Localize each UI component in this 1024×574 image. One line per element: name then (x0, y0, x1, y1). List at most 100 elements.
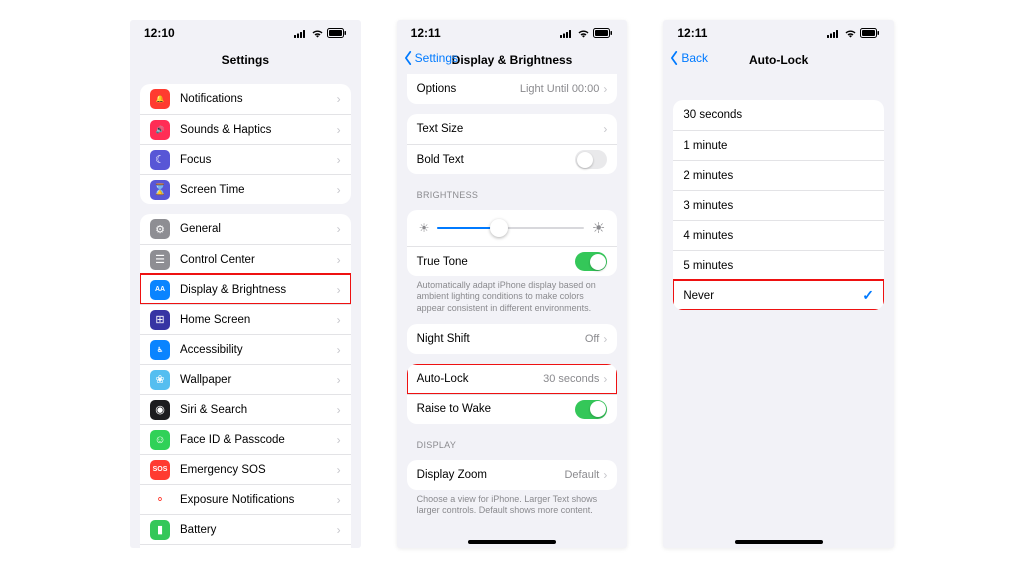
settings-row-wallpaper[interactable]: ❀ Wallpaper › (140, 364, 351, 394)
row-label: Control Center (180, 254, 337, 266)
lock-group: Auto-Lock 30 seconds› Raise to Wake (407, 364, 618, 424)
nav-bar: Settings Display & Brightness (397, 46, 628, 74)
chevron-right-icon: › (337, 344, 341, 356)
settings-row-face-id-passcode[interactable]: ☺ Face ID & Passcode › (140, 424, 351, 454)
settings-screen: 12:10 Settings 🔔 Notifications › 🔊 Sound… (130, 20, 361, 548)
toggle[interactable] (575, 252, 607, 271)
status-icons (560, 28, 613, 38)
settings-row-sounds-haptics[interactable]: 🔊 Sounds & Haptics › (140, 114, 351, 144)
settings-row-focus[interactable]: ☾ Focus › (140, 144, 351, 174)
row-value: Default (564, 469, 599, 481)
sos-icon: SOS (150, 460, 170, 480)
checkmark-icon: ✓ (862, 287, 874, 304)
row-label: Focus (180, 154, 337, 166)
settings-row-exposure-notifications[interactable]: ⚬ Exposure Notifications › (140, 484, 351, 514)
option-1-minute[interactable]: 1 minute (673, 130, 884, 160)
status-bar: 12:11 (397, 20, 628, 46)
settings-row-control-center[interactable]: ☰ Control Center › (140, 244, 351, 274)
chevron-right-icon: › (337, 223, 341, 235)
wallpaper-icon: ❀ (150, 370, 170, 390)
display-zoom-group: Display Zoom Default› (407, 460, 618, 490)
brightness-slider[interactable] (437, 227, 583, 229)
battery-icon: ▮ (150, 520, 170, 540)
option-label: 2 minutes (683, 170, 874, 182)
settings-row-screen-time[interactable]: ⌛ Screen Time › (140, 174, 351, 204)
true-tone-footer: Automatically adapt iPhone display based… (417, 280, 608, 314)
status-bar: 12:10 (130, 20, 361, 46)
settings-row-battery[interactable]: ▮ Battery › (140, 514, 351, 544)
row-label: Night Shift (417, 333, 585, 345)
option-5-minutes[interactable]: 5 minutes (673, 250, 884, 280)
option-label: 4 minutes (683, 230, 874, 242)
chevron-right-icon: › (337, 124, 341, 136)
status-time: 12:10 (144, 26, 175, 40)
speaker-icon: 🔊 (150, 120, 170, 140)
settings-row-home-screen[interactable]: ⊞ Home Screen › (140, 304, 351, 334)
nav-title: Display & Brightness (452, 53, 573, 67)
night-shift-row[interactable]: Night Shift Off› (407, 324, 618, 354)
settings-row-emergency-sos[interactable]: SOS Emergency SOS › (140, 454, 351, 484)
nav-bar: Back Auto-Lock (663, 46, 894, 74)
chevron-right-icon: › (337, 314, 341, 326)
appearance-options-row[interactable]: Options Light Until 00:00› (407, 74, 618, 104)
row-value: Off (585, 333, 599, 345)
bold-text-row[interactable]: Bold Text (407, 144, 618, 174)
option-3-minutes[interactable]: 3 minutes (673, 190, 884, 220)
status-icons (294, 28, 347, 38)
autolock-screen: 12:11 Back Auto-Lock 30 seconds 1 minute… (663, 20, 894, 548)
chevron-right-icon: › (603, 469, 607, 481)
back-button[interactable]: Settings (403, 51, 458, 65)
home-indicator[interactable] (735, 540, 823, 544)
option-30-seconds[interactable]: 30 seconds (673, 100, 884, 130)
bell-icon: 🔔 (150, 89, 170, 109)
brightness-group: ☀︎ ☀︎ True Tone (407, 210, 618, 276)
option-2-minutes[interactable]: 2 minutes (673, 160, 884, 190)
settings-row-display-brightness[interactable]: AA Display & Brightness › (140, 274, 351, 304)
settings-row-general[interactable]: ⚙ General › (140, 214, 351, 244)
back-label: Settings (415, 51, 458, 65)
raise-to-wake-row[interactable]: Raise to Wake (407, 394, 618, 424)
row-label: Auto-Lock (417, 373, 543, 385)
back-label: Back (681, 51, 708, 65)
text-size-row[interactable]: Text Size › (407, 114, 618, 144)
row-label: Sounds & Haptics (180, 124, 337, 136)
row-label: Emergency SOS (180, 464, 337, 476)
settings-group: 🔔 Notifications › 🔊 Sounds & Haptics › ☾… (140, 84, 351, 204)
display-zoom-footer: Choose a view for iPhone. Larger Text sh… (417, 494, 608, 517)
autolock-options: 30 seconds 1 minute 2 minutes 3 minutes … (673, 100, 884, 310)
toggle[interactable] (575, 400, 607, 419)
chevron-right-icon: › (337, 494, 341, 506)
row-label: Siri & Search (180, 404, 337, 416)
true-tone-row[interactable]: True Tone (407, 246, 618, 276)
chevron-right-icon: › (337, 464, 341, 476)
accessibility-icon: ♿︎ (150, 340, 170, 360)
display-header: DISPLAY (417, 440, 628, 450)
row-value: Light Until 00:00 (520, 83, 600, 95)
row-label: Display & Brightness (180, 284, 337, 296)
row-label: Raise to Wake (417, 403, 576, 415)
chevron-right-icon: › (337, 184, 341, 196)
auto-lock-row[interactable]: Auto-Lock 30 seconds› (407, 364, 618, 394)
back-button[interactable]: Back (669, 51, 708, 65)
settings-row-notifications[interactable]: 🔔 Notifications › (140, 84, 351, 114)
row-label: True Tone (417, 256, 576, 268)
nav-title: Settings (222, 53, 269, 67)
chevron-right-icon: › (337, 254, 341, 266)
display-zoom-row[interactable]: Display Zoom Default› (407, 460, 618, 490)
brightness-header: BRIGHTNESS (417, 190, 628, 200)
text-group: Text Size › Bold Text (407, 114, 618, 174)
chevron-right-icon: › (337, 374, 341, 386)
settings-row-privacy-security[interactable]: ✋ Privacy & Security › (140, 544, 351, 548)
chevron-right-icon: › (337, 93, 341, 105)
status-icons (827, 28, 880, 38)
row-label: General (180, 223, 337, 235)
settings-row-accessibility[interactable]: ♿︎ Accessibility › (140, 334, 351, 364)
chevron-right-icon: › (337, 524, 341, 536)
settings-row-siri-search[interactable]: ◉ Siri & Search › (140, 394, 351, 424)
home-indicator[interactable] (468, 540, 556, 544)
option-4-minutes[interactable]: 4 minutes (673, 220, 884, 250)
option-never[interactable]: Never ✓ (673, 280, 884, 310)
toggle[interactable] (575, 150, 607, 169)
settings-group: ⚙ General › ☰ Control Center › AA Displa… (140, 214, 351, 548)
chevron-right-icon: › (337, 154, 341, 166)
